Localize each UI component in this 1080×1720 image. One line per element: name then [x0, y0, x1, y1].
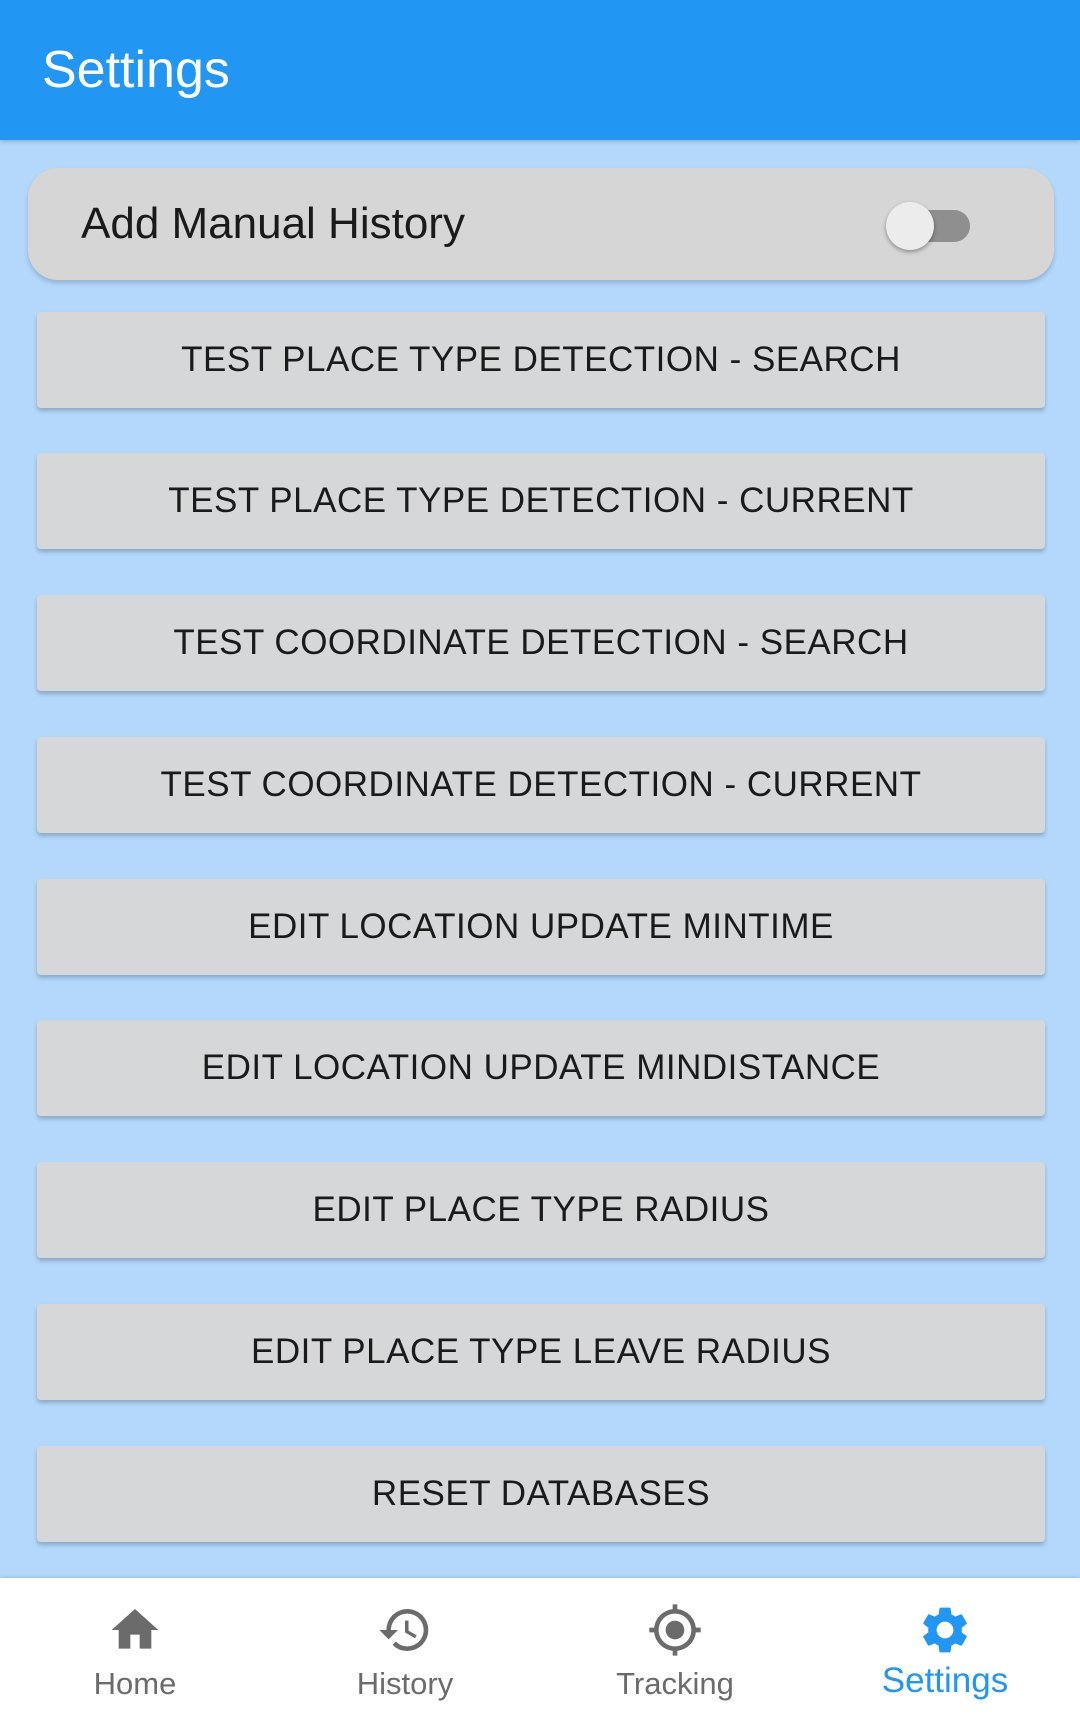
- test-place-type-search-button[interactable]: TEST PLACE TYPE DETECTION - SEARCH: [37, 312, 1045, 408]
- nav-label-history: History: [356, 1666, 454, 1701]
- test-coordinate-current-button[interactable]: TEST COORDINATE DETECTION - CURRENT: [37, 737, 1045, 833]
- nav-label-settings: Settings: [881, 1661, 1009, 1700]
- app-bar: Settings: [0, 0, 1080, 140]
- edit-place-type-radius-button[interactable]: EDIT PLACE TYPE RADIUS: [37, 1162, 1045, 1258]
- manual-history-switch[interactable]: [886, 202, 976, 250]
- edit-place-type-leave-radius-button[interactable]: EDIT PLACE TYPE LEAVE RADIUS: [37, 1304, 1045, 1400]
- page-title: Settings: [42, 41, 230, 99]
- test-place-type-current-button[interactable]: TEST PLACE TYPE DETECTION - CURRENT: [37, 453, 1045, 549]
- nav-label-tracking: Tracking: [616, 1666, 734, 1701]
- nav-item-tracking[interactable]: Tracking: [540, 1578, 810, 1720]
- nav-item-home[interactable]: Home: [0, 1578, 270, 1720]
- nav-item-settings[interactable]: Settings: [810, 1578, 1080, 1720]
- manual-history-card: Add Manual History: [28, 168, 1054, 280]
- reset-databases-button[interactable]: RESET DATABASES: [37, 1446, 1045, 1542]
- nav-item-history[interactable]: History: [270, 1578, 540, 1720]
- nav-label-home: Home: [93, 1666, 177, 1701]
- edit-mintime-button[interactable]: EDIT LOCATION UPDATE MINTIME: [37, 879, 1045, 975]
- switch-thumb: [886, 202, 934, 250]
- home-icon: [111, 1609, 159, 1649]
- test-coordinate-search-button[interactable]: TEST COORDINATE DETECTION - SEARCH: [37, 595, 1045, 691]
- bottom-navigation: Home History Tracking Settings: [0, 1578, 1080, 1720]
- gear-icon: [923, 1607, 967, 1653]
- manual-history-label: Add Manual History: [81, 199, 465, 248]
- gps-fixed-icon: [649, 1604, 701, 1656]
- history-icon: [379, 1609, 429, 1651]
- edit-mindistance-button[interactable]: EDIT LOCATION UPDATE MINDISTANCE: [37, 1020, 1045, 1116]
